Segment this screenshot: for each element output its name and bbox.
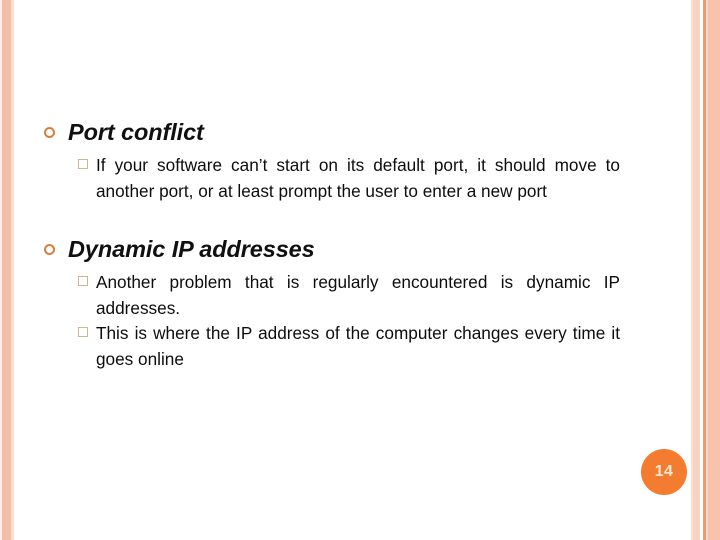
section-port-conflict: Port conflict If your software can’t sta…	[40, 118, 620, 205]
bullet-item: This is where the IP address of the comp…	[40, 321, 620, 372]
bullet-text: Another problem that is regularly encoun…	[96, 272, 620, 318]
right-edge-stripe-6	[708, 0, 720, 540]
ring-bullet-icon	[44, 243, 55, 255]
square-bullet-icon	[78, 159, 88, 170]
bullet-item: Another problem that is regularly encoun…	[40, 270, 620, 321]
ring-bullet-icon	[44, 127, 55, 138]
heading-text: Port conflict	[68, 119, 204, 145]
heading-text: Dynamic IP addresses	[68, 235, 315, 262]
page-number-badge: 14	[641, 449, 687, 495]
slide: Port conflict If your software can’t sta…	[0, 0, 720, 540]
square-bullet-icon	[78, 327, 88, 338]
left-edge-stripe-main	[2, 0, 11, 540]
section-heading-dynamic-ip: Dynamic IP addresses	[40, 235, 620, 264]
bullet-text: If your software can’t start on its defa…	[96, 155, 620, 201]
right-edge-stripe-2	[693, 0, 700, 540]
bullet-text: This is where the IP address of the comp…	[96, 323, 620, 369]
left-edge-stripe-fade	[11, 0, 14, 540]
section-heading-port-conflict: Port conflict	[40, 118, 620, 147]
bullet-item: If your software can’t start on its defa…	[40, 153, 620, 204]
section-dynamic-ip-addresses: Dynamic IP addresses Another problem tha…	[40, 235, 620, 373]
slide-content: Port conflict If your software can’t sta…	[40, 118, 620, 373]
square-bullet-icon	[78, 276, 88, 286]
